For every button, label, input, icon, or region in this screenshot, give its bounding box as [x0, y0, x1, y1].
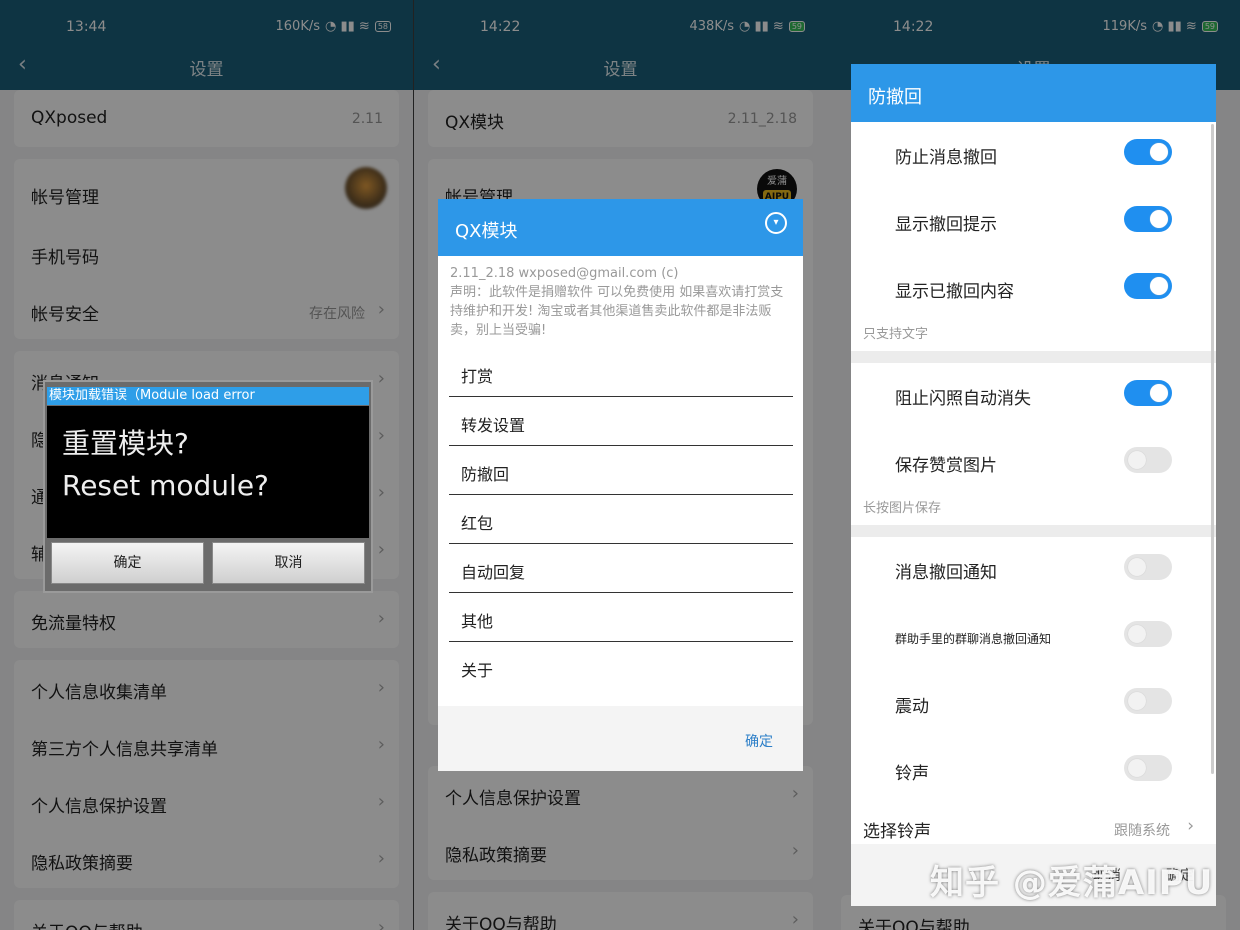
toggle-switch[interactable] [1124, 273, 1172, 299]
qx-module-dialog: QX模块 ▾ 2.11_2.18 wxposed@gmail.com (c) 声… [438, 199, 803, 771]
menu-item-donate[interactable]: 打赏 [449, 348, 793, 397]
dialog-title: 防撤回 [851, 64, 1216, 122]
toggle-label: 群助手里的群聊消息撤回通知 [895, 632, 1052, 646]
toggle-switch[interactable] [1124, 380, 1172, 406]
disclaimer: 声明：此软件是捐赠软件 可以免费使用 如果喜欢请打赏支持维护和开发! 淘宝或者其… [450, 285, 784, 338]
toggle-label: 铃声 [895, 764, 929, 784]
message-line: 重置模块? [62, 427, 189, 460]
toggle-switch[interactable] [1124, 447, 1172, 473]
ok-button[interactable]: 确定 [745, 731, 773, 751]
message-line: Reset module? [62, 469, 269, 502]
toggle-row[interactable]: 防止消息撤回 [851, 122, 1216, 189]
toggle-label: 消息撤回通知 [895, 563, 997, 583]
ringtone-value: 跟随系统 [1114, 823, 1170, 839]
module-info: 2.11_2.18 wxposed@gmail.com (c) 声明：此软件是捐… [438, 256, 803, 348]
module-error-dialog: 模块加载错误（Module load error 重置模块? Reset mod… [43, 380, 373, 593]
dialog-footer: 确定 [438, 706, 803, 771]
chevron-right-icon: › [1187, 816, 1194, 836]
toggle-label: 保存赞赏图片 [895, 456, 997, 476]
version-email: 2.11_2.18 wxposed@gmail.com (c) [450, 266, 679, 281]
toggle-row[interactable]: 显示撤回提示 [851, 189, 1216, 256]
toggle-row[interactable]: 消息撤回通知 [851, 537, 1216, 604]
toggle-switch[interactable] [1124, 688, 1172, 714]
menu-item-auto-reply[interactable]: 自动回复 [449, 544, 793, 593]
toggle-switch[interactable] [1124, 554, 1172, 580]
watermark: 知乎 @爱蒲AIPU [930, 863, 1214, 903]
toggle-label: 震动 [895, 697, 929, 717]
toggle-switch[interactable] [1124, 755, 1172, 781]
toggle-switch[interactable] [1124, 206, 1172, 232]
section-divider [851, 525, 1216, 537]
menu-item-anti-recall[interactable]: 防撤回 [449, 446, 793, 495]
toggle-switch[interactable] [1124, 621, 1172, 647]
toggle-label: 防止消息撤回 [895, 148, 997, 168]
toggle-row[interactable]: 震动 [851, 671, 1216, 738]
toggle-switch[interactable] [1124, 139, 1172, 165]
menu-item-about[interactable]: 关于 [449, 642, 793, 691]
toggle-label: 显示已撤回内容 [895, 282, 1014, 302]
dialog-header: QX模块 ▾ [438, 199, 803, 256]
toggle-row[interactable]: 群助手里的群聊消息撤回通知 [851, 604, 1216, 671]
menu-item-red-packet[interactable]: 红包 [449, 495, 793, 544]
section-divider [851, 351, 1216, 363]
dialog-message: 重置模块? Reset module? [47, 406, 369, 538]
chevron-down-icon[interactable]: ▾ [765, 212, 787, 234]
cancel-button[interactable]: 取消 [212, 542, 365, 584]
hint-text: 长按图片保存 [863, 501, 942, 516]
ok-button[interactable]: 确定 [51, 542, 204, 584]
dialog-title: QX模块 [455, 221, 518, 242]
menu-item-forward[interactable]: 转发设置 [449, 397, 793, 446]
toggle-label: 阻止闪照自动消失 [895, 389, 1031, 409]
anti-recall-dialog: 防撤回 防止消息撤回 显示撤回提示 显示已撤回内容 只支持文字 阻止闪照自动消失… [851, 64, 1216, 906]
toggle-label: 显示撤回提示 [895, 215, 997, 235]
toggle-row[interactable]: 铃声 [851, 738, 1216, 805]
ringtone-label: 选择铃声 [863, 822, 931, 842]
toggle-row[interactable]: 阻止闪照自动消失 [851, 363, 1216, 430]
screen-1: 13:44 160K/s ◔ ▮▮ ≋ 58 ‹ 设置 QXposed 2.11 帐号… [0, 0, 413, 930]
menu-item-other[interactable]: 其他 [449, 593, 793, 642]
toggle-row[interactable]: 显示已撤回内容 [851, 256, 1216, 323]
screen-2: 14:22 438K/s ◔ ▮▮ ≋ 59 ‹ 设置 QX模块 2.11_2.18 … [414, 0, 827, 930]
toggle-row[interactable]: 保存赞赏图片 [851, 430, 1216, 497]
screen-3: 14:22 119K/s◔ ▮▮ ≋59 设置 关于QQ与帮助 防撤回 防止消息… [827, 0, 1240, 930]
hint-text: 只支持文字 [863, 327, 929, 342]
dialog-title: 模块加载错误（Module load error [47, 387, 369, 405]
